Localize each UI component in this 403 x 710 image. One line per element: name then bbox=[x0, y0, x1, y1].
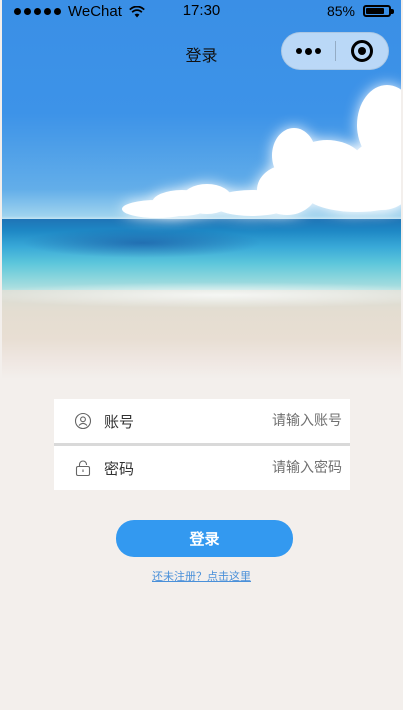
more-dots-icon bbox=[315, 48, 321, 54]
login-button[interactable]: 登录 bbox=[116, 520, 293, 557]
close-target-icon bbox=[351, 40, 373, 62]
register-link-container: 还未注册？点击这里 bbox=[0, 568, 403, 584]
miniprogram-capsule bbox=[281, 32, 389, 70]
battery-icon bbox=[363, 5, 394, 17]
more-dots-icon bbox=[305, 47, 312, 55]
lock-icon bbox=[75, 460, 91, 477]
status-bar: WeChat 17:30 85% bbox=[0, 0, 403, 24]
register-link[interactable]: 还未注册？点击这里 bbox=[152, 570, 251, 583]
more-menu-button[interactable] bbox=[282, 33, 335, 69]
account-input[interactable] bbox=[212, 409, 342, 433]
password-field: 密码 bbox=[54, 446, 350, 490]
navigation-bar: 登录 bbox=[0, 24, 403, 80]
close-miniprogram-button[interactable] bbox=[336, 33, 388, 69]
account-field: 账号 bbox=[54, 399, 350, 443]
user-icon bbox=[74, 412, 92, 430]
password-label: 密码 bbox=[104, 459, 135, 478]
more-dots-icon bbox=[296, 48, 302, 54]
battery-percent: 85% bbox=[326, 3, 355, 19]
account-label: 账号 bbox=[104, 412, 135, 431]
login-form: 账号 密码 bbox=[54, 399, 350, 490]
password-input[interactable] bbox=[212, 456, 342, 480]
